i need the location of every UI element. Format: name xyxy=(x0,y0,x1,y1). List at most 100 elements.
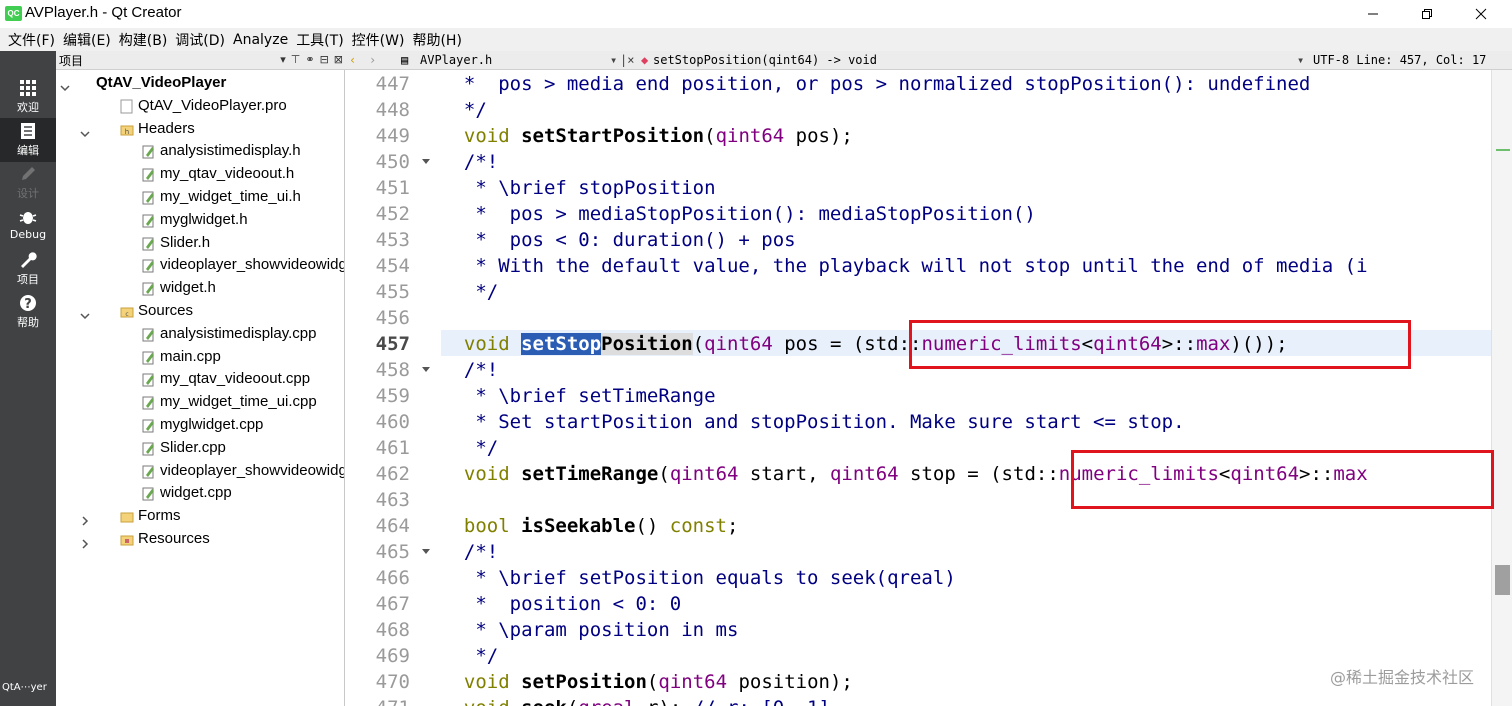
menu-item[interactable]: 文件(F) xyxy=(4,30,59,50)
tree-item[interactable]: c Sources xyxy=(56,299,344,322)
code-line[interactable]: */ xyxy=(441,435,498,461)
fold-marker-icon[interactable] xyxy=(422,549,430,554)
menu-item[interactable]: Analyze xyxy=(229,32,292,48)
tree-item[interactable]: Resources xyxy=(56,527,344,550)
tree-item[interactable]: myglwidget.h xyxy=(56,208,344,231)
close-panel-icon[interactable]: ⊠ xyxy=(334,53,343,66)
menu-item[interactable]: 帮助(H) xyxy=(408,30,465,50)
chevron-right-icon[interactable] xyxy=(80,533,90,549)
line-number: 465 xyxy=(375,541,410,563)
mode-pen[interactable]: 设计 xyxy=(0,161,56,205)
scrollbar-thumb[interactable] xyxy=(1495,565,1510,595)
chevron-down-icon[interactable] xyxy=(80,305,90,320)
tree-item[interactable]: widget.cpp xyxy=(56,481,344,504)
mode-grid[interactable]: 欢迎 xyxy=(0,75,56,119)
file-icon xyxy=(142,485,156,501)
file-icon xyxy=(142,349,156,365)
tree-item[interactable]: h Headers xyxy=(56,117,344,140)
tree-item[interactable]: analysistimedisplay.cpp xyxy=(56,322,344,345)
maximize-button[interactable] xyxy=(1404,0,1450,28)
code-line[interactable]: */ xyxy=(441,643,498,669)
code-line[interactable]: * pos > media end position, or pos > nor… xyxy=(441,71,1311,97)
code-line[interactable]: bool isSeekable() const; xyxy=(441,513,739,539)
code-line[interactable]: void setPosition(qint64 position); xyxy=(441,669,853,695)
menu-item[interactable]: 编辑(E) xyxy=(59,30,115,50)
code-line[interactable]: * Set startPosition and stopPosition. Ma… xyxy=(441,409,1184,435)
code-line[interactable]: * With the default value, the playback w… xyxy=(441,253,1367,279)
tree-item[interactable]: my_widget_time_ui.h xyxy=(56,185,344,208)
code-line[interactable]: * \brief setPosition equals to seek(qrea… xyxy=(441,565,955,591)
code-line[interactable]: * \brief stopPosition xyxy=(441,175,715,201)
tree-item[interactable]: main.cpp xyxy=(56,345,344,368)
code-line[interactable]: void seek(qreal r); // r: [0, 1] xyxy=(441,695,830,706)
tree-item[interactable]: Slider.cpp xyxy=(56,436,344,459)
line-number: 447 xyxy=(375,73,410,95)
split-icon[interactable]: ⊟ xyxy=(320,53,329,66)
chevron-down-icon[interactable] xyxy=(60,77,70,92)
tree-item[interactable]: Forms xyxy=(56,504,344,527)
tree-item[interactable]: Slider.h xyxy=(56,231,344,254)
code-line[interactable]: * \brief setTimeRange xyxy=(441,383,715,409)
code-line[interactable]: * position < 0: 0 xyxy=(441,591,681,617)
mode-wrench[interactable]: 项目 xyxy=(0,247,56,291)
tree-item[interactable]: widget.h xyxy=(56,276,344,299)
chevron-right-icon[interactable] xyxy=(80,510,90,526)
tree-item-label: my_qtav_videoout.cpp xyxy=(160,370,311,388)
chevron-down-icon[interactable] xyxy=(80,123,90,137)
file-dropdown-icon[interactable]: ▾ xyxy=(610,53,617,67)
code-line[interactable]: * pos > mediaStopPosition(): mediaStopPo… xyxy=(441,201,1036,227)
kit-selector-label[interactable]: QtA⋯yer xyxy=(2,682,47,693)
link-icon[interactable]: ⚭ xyxy=(305,53,314,66)
highlight-box-time-range-default xyxy=(1071,450,1494,509)
open-file-name[interactable]: AVPlayer.h xyxy=(420,53,492,67)
tree-item[interactable]: QtAV_VideoPlayer.pro xyxy=(56,94,344,117)
tree-item[interactable]: videoplayer_showvideowidget xyxy=(56,459,344,482)
code-line[interactable]: * \param position in ms xyxy=(441,617,738,643)
dropdown-arrow-icon[interactable]: ▾ xyxy=(280,53,286,66)
tree-item[interactable]: analysistimedisplay.h xyxy=(56,139,344,162)
code-line[interactable]: /*! xyxy=(441,357,498,383)
tree-item[interactable]: my_widget_time_ui.cpp xyxy=(56,390,344,413)
tree-item[interactable]: myglwidget.cpp xyxy=(56,413,344,436)
line-number: 471 xyxy=(345,695,410,706)
mode-bug[interactable]: Debug xyxy=(0,204,56,248)
code-line[interactable]: * pos < 0: duration() + pos xyxy=(441,227,795,253)
mode-edit[interactable]: 编辑 xyxy=(0,118,56,162)
mode-help[interactable]: ? 帮助 xyxy=(0,290,56,334)
code-token: * position < 0: 0 xyxy=(441,593,682,615)
nav-back-icon[interactable]: ‹ xyxy=(349,53,356,67)
encoding-position-status[interactable]: UTF-8 Line: 457, Col: 17 xyxy=(1313,53,1486,67)
menu-item[interactable]: 调试(D) xyxy=(171,30,229,50)
symbol-selector[interactable]: setStopPosition(qint64) -> void xyxy=(653,53,877,67)
code-editor[interactable]: * pos > media end position, or pos > nor… xyxy=(441,70,1491,706)
code-token: const xyxy=(669,515,727,537)
code-line[interactable]: */ xyxy=(441,97,487,123)
vertical-scrollbar[interactable] xyxy=(1491,70,1512,706)
code-line[interactable]: */ xyxy=(441,279,498,305)
code-line[interactable]: void setStartPosition(qint64 pos); xyxy=(441,123,853,149)
code-token: */ xyxy=(441,281,499,303)
code-token: start, xyxy=(738,463,830,485)
menu-item[interactable]: 工具(T) xyxy=(292,30,347,50)
fold-marker-icon[interactable] xyxy=(422,159,430,164)
symbol-dropdown-icon[interactable]: ▾ xyxy=(1297,53,1304,67)
menu-item[interactable]: 构建(B) xyxy=(115,30,172,50)
menu-item[interactable]: 控件(W) xyxy=(348,30,409,50)
code-line[interactable]: /*! xyxy=(441,149,498,175)
tree-item-label: myglwidget.cpp xyxy=(160,416,264,433)
fold-marker-icon[interactable] xyxy=(422,367,430,372)
minimize-button[interactable] xyxy=(1350,0,1396,28)
filter-icon[interactable]: ⊤ xyxy=(291,53,301,66)
project-panel-title[interactable]: 项目 xyxy=(59,52,83,69)
close-button[interactable] xyxy=(1458,0,1504,28)
file-icon xyxy=(142,166,156,182)
file-icon xyxy=(142,440,156,456)
tree-item[interactable]: videoplayer_showvideowidget xyxy=(56,253,344,276)
code-line[interactable]: /*! xyxy=(441,539,498,565)
tree-item[interactable]: my_qtav_videoout.cpp xyxy=(56,367,344,390)
code-token: pos = (std:: xyxy=(772,333,922,355)
nav-forward-icon[interactable]: › xyxy=(369,53,376,67)
tree-item[interactable]: my_qtav_videoout.h xyxy=(56,162,344,185)
tree-item[interactable]: QtAV_VideoPlayer xyxy=(56,71,344,94)
close-file-icon[interactable]: |× xyxy=(620,53,634,67)
